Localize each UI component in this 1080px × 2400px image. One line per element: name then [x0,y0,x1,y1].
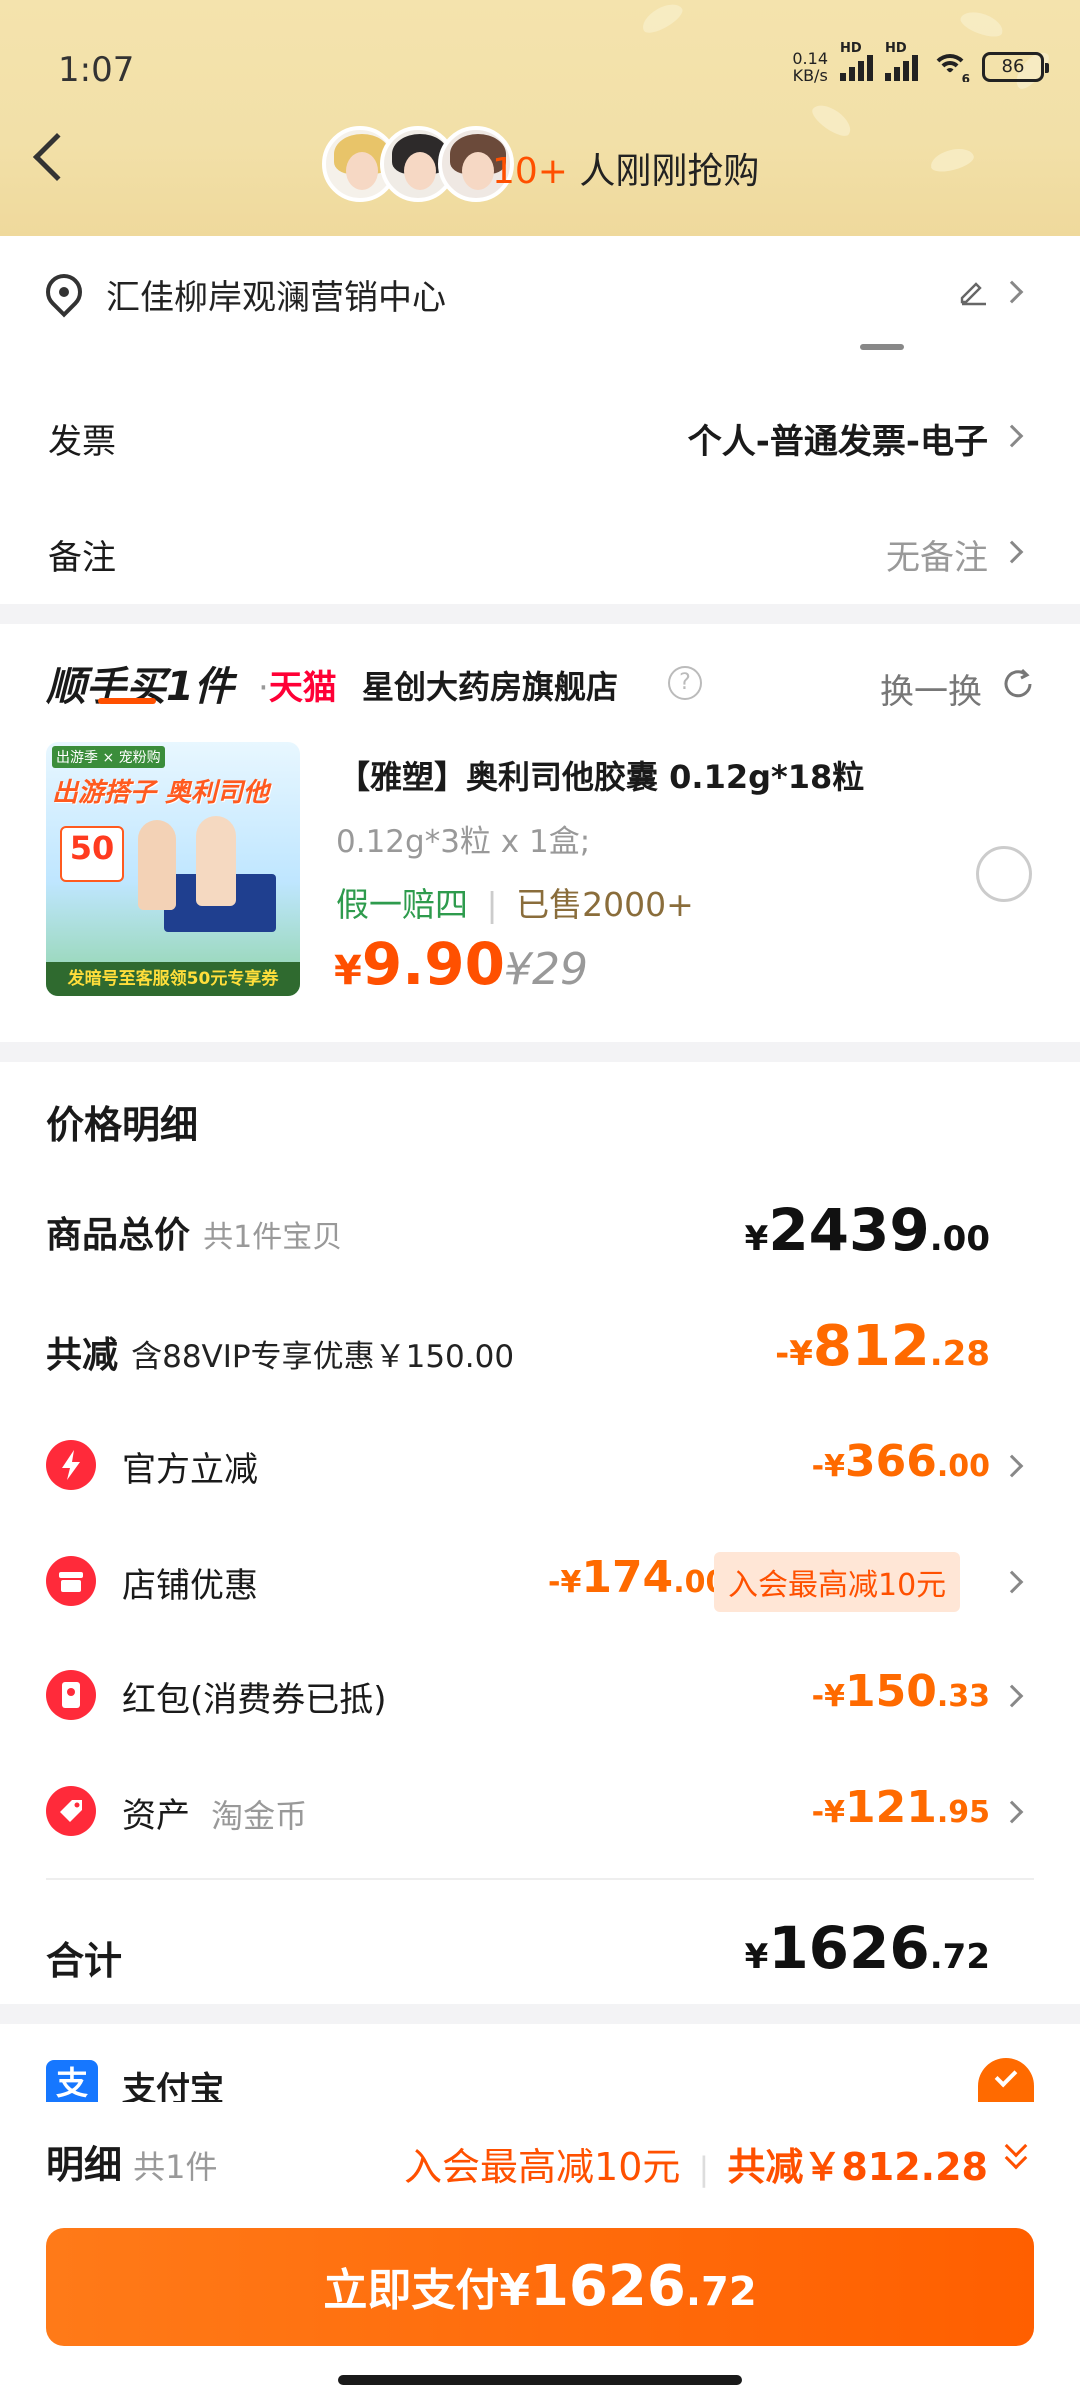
discount-row: 共减 含88VIP专享优惠￥150.00 [46,1335,515,1376]
alipay-icon: 支 [46,2060,98,2102]
person-figure [196,816,236,906]
product-image[interactable]: 出游季 × 宠粉购 出游搭子 奥利司他 50 发暗号至客服领50元专享券 [46,742,300,996]
signal-icon: HD [840,41,873,81]
addon-brand: 顺手买1件 [46,664,234,710]
remark-value[interactable]: 无备注 [886,530,988,579]
edit-icon[interactable] [958,276,988,306]
chevron-double-down-icon[interactable] [1004,2134,1030,2174]
price-detail-title: 价格明细 [46,1103,199,1147]
total-amount: ¥2439.00 [744,1196,990,1264]
total-row: 商品总价 共1件宝贝 [46,1215,343,1256]
red-packet-icon [46,1670,96,1720]
store-icon [46,1556,96,1606]
person-figure [138,820,176,910]
store-name[interactable]: 星创大药房旗舰店 [362,662,618,708]
red-packet-amount: -¥150.33 [811,1666,990,1717]
product-title[interactable]: 【雅塑】奥利司他胶囊 0.12g*18粒 [338,752,864,798]
decor-leaf [637,0,687,38]
help-icon[interactable]: ? [668,666,702,700]
invoice-value[interactable]: 个人-普通发票-电子 [688,414,988,463]
official-discount-amount: -¥366.00 [811,1436,990,1487]
red-packet-label: 红包(消费券已抵) [122,1680,387,1720]
detail-summary[interactable]: 明细 共1件 [46,2134,217,2189]
home-indicator [338,2375,742,2385]
coupon-badge: 50 [60,826,124,882]
tmall-label: ·天猫 [258,668,337,708]
address-divider [860,344,904,350]
store-discount-label: 店铺优惠 [122,1566,258,1606]
sum-amount: ¥1626.72 [744,1914,990,1982]
decor-leaf [808,99,856,141]
recent-buyers-text: 10+ 人刚刚抢购 [492,151,760,192]
net-speed: 0.14 KB/s [792,49,828,85]
status-time: 1:07 [58,50,135,90]
discount-amount: -¥812.28 [775,1314,990,1379]
lightning-icon [46,1440,96,1490]
back-arrow-icon[interactable] [32,132,82,182]
assets-amount: -¥121.95 [811,1782,990,1833]
product-price: ¥9.90 [334,930,505,998]
refresh-icon[interactable] [1000,666,1036,702]
wifi-icon: 6 [930,52,970,82]
product-spec: 0.12g*3粒 x 1盒; [336,824,591,860]
decor-leaf [928,144,976,176]
assets-row: 资产 淘金币 [122,1796,308,1836]
header: 1:07 0.14 KB/s HD HD 6 86 10+ 人刚刚抢购 [0,0,1080,236]
sum-label: 合计 [46,1939,123,1983]
decor-leaf [957,7,1007,41]
footer-discounts[interactable]: 入会最高减10元 | 共减￥812.28 [404,2136,988,2191]
store-discount-amount: -¥174.00 [548,1552,727,1603]
tag-icon [46,1786,96,1836]
recent-buyers-avatars [322,126,514,202]
status-icons: 0.14 KB/s HD HD 6 86 [792,41,1049,85]
address-text[interactable]: 汇佳柳岸观澜营销中心 [106,270,446,319]
member-offer-pill[interactable]: 入会最高减10元 [714,1552,961,1612]
remark-label: 备注 [48,538,116,578]
original-price: ¥29 [504,944,588,995]
official-discount-label: 官方立减 [122,1450,258,1490]
swap-button[interactable]: 换一换 [880,664,982,713]
select-radio[interactable] [976,846,1032,902]
pay-now-button[interactable]: 立即支付¥1626.72 [46,2228,1034,2346]
divider [46,1878,1034,1880]
invoice-label: 发票 [48,422,116,462]
signal-icon: HD [885,41,918,81]
product-tags: 假一赔四 | 已售2000+ [336,885,694,924]
battery-icon: 86 [982,52,1049,82]
